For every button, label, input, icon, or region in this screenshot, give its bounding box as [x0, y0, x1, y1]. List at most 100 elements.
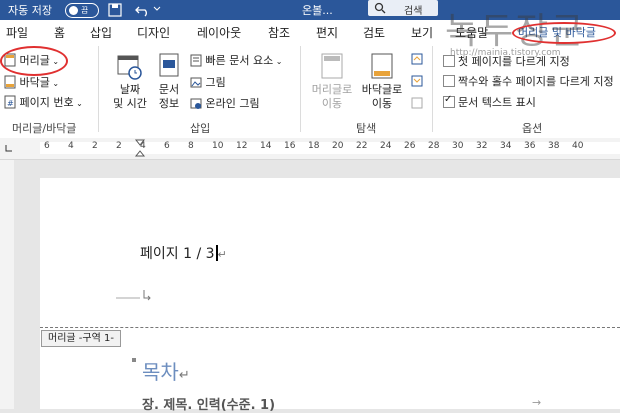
- autosave-state: 끔: [81, 6, 89, 15]
- search-box[interactable]: 검색: [368, 0, 438, 17]
- picture-button[interactable]: 그림: [190, 74, 226, 90]
- horizontal-ruler[interactable]: 6 4 2 2 4 6 8 10 12 14 16 18 20 22 24 26 28 30 32 34 36 38 40: [0, 138, 620, 160]
- ruler-number: 2: [116, 141, 122, 151]
- link-to-previous-icon[interactable]: [410, 96, 424, 110]
- ruler-number: 6: [44, 141, 50, 151]
- page-number-text: 페이지 1 / 3: [140, 246, 215, 262]
- group-divider: [432, 46, 433, 132]
- page-number-dropdown-icon: ⌄: [73, 99, 83, 108]
- date-time-label-2: 및 시간: [113, 97, 147, 110]
- empty-paragraph-mark-icon: [116, 290, 151, 301]
- document-name: 온볼...: [302, 4, 333, 17]
- save-icon[interactable]: [108, 3, 122, 17]
- goto-header-label-2: 이동: [321, 97, 343, 110]
- header-boundary-line: [40, 327, 620, 328]
- goto-header-icon: [321, 53, 343, 79]
- group-insert-label: 삽입: [190, 122, 211, 135]
- tab-references[interactable]: 참조: [268, 24, 290, 41]
- document-info-label-2: 정보: [158, 97, 180, 110]
- footer-icon: [4, 75, 16, 89]
- page-number-label: 페이지 번호: [19, 96, 74, 109]
- page-number-icon: #: [4, 95, 16, 109]
- goto-header-button[interactable]: 머리글로 이동: [308, 83, 356, 111]
- tab-insert[interactable]: 삽입: [90, 24, 112, 41]
- show-document-text-checkbox[interactable]: [443, 94, 455, 108]
- ruler-number: 40: [572, 141, 584, 151]
- header-highlight-circle: [0, 46, 68, 76]
- undo-icon[interactable]: [134, 3, 152, 17]
- paragraph-mark-icon: ↵: [178, 368, 190, 383]
- ruler-number: 10: [212, 141, 224, 151]
- footer-label: 바닥글: [19, 76, 50, 89]
- autosave-label: 자동 저장: [8, 4, 52, 17]
- ruler-number: 24: [380, 141, 392, 151]
- tab-selector-icon[interactable]: [4, 143, 14, 153]
- group-header-footer-label: 머리글/바닥글: [12, 122, 77, 135]
- autosave-toggle[interactable]: 끔: [65, 3, 99, 18]
- tab-highlight-circle: [512, 22, 616, 44]
- tab-view[interactable]: 보기: [411, 24, 433, 41]
- tab-file[interactable]: 파일: [6, 24, 28, 41]
- group-divider: [300, 46, 301, 132]
- ruler-number: 34: [500, 141, 512, 151]
- online-picture-icon: [190, 98, 202, 109]
- ruler-number: 4: [68, 141, 74, 151]
- search-icon: [374, 2, 386, 14]
- page-number-field[interactable]: 페이지 1 / 3 ↵: [140, 243, 227, 263]
- ruler-number: 38: [548, 141, 560, 151]
- chapter-heading[interactable]: 장. 제목. 인력(수준. 1): [142, 394, 275, 413]
- odd-even-label: 짝수와 홀수 페이지를 다르게 지정: [458, 75, 614, 88]
- ruler-number: 16: [284, 141, 296, 151]
- paragraph-mark-icon: ↵: [217, 248, 227, 261]
- ruler-number: 22: [356, 141, 368, 151]
- ruler-number: 28: [428, 141, 440, 151]
- ruler-number: 36: [524, 141, 536, 151]
- goto-footer-label-1: 바닥글로: [361, 83, 403, 96]
- toc-heading-text: 목차: [142, 360, 179, 384]
- tab-design[interactable]: 디자인: [137, 24, 170, 41]
- document-info-icon: [159, 53, 179, 77]
- date-time-label-1: 날짜: [119, 83, 141, 96]
- picture-icon: [190, 77, 202, 88]
- header-section-tag: 머리글 -구역 1-: [41, 330, 121, 347]
- ruler-number: 6: [164, 141, 170, 151]
- search-placeholder: 검색: [404, 6, 423, 17]
- document-info-button[interactable]: 문서 정보: [150, 83, 188, 111]
- ruler-number: 4: [140, 141, 146, 151]
- ruler-number: 30: [452, 141, 464, 151]
- group-divider: [98, 46, 99, 132]
- previous-icon[interactable]: [410, 52, 424, 66]
- quick-parts-label: 빠른 문서 요소: [205, 54, 274, 67]
- goto-footer-icon: [371, 53, 393, 79]
- goto-footer-button[interactable]: 바닥글로 이동: [358, 83, 406, 111]
- ruler-number: 12: [236, 141, 248, 151]
- footer-dropdown-icon: ⌄: [49, 79, 60, 88]
- ruler-number: 18: [308, 141, 320, 151]
- toc-heading[interactable]: 목차↵: [142, 356, 190, 385]
- page-number-button[interactable]: # 페이지 번호 ⌄: [4, 94, 83, 110]
- tab-review[interactable]: 검토: [363, 24, 385, 41]
- group-navigation-label: 탐색: [356, 122, 377, 135]
- undo-dropdown-icon[interactable]: [153, 6, 161, 12]
- ruler-number: 2: [92, 141, 98, 151]
- tab-layout[interactable]: 레이아웃: [197, 24, 241, 41]
- goto-header-label-1: 머리글로: [311, 83, 353, 96]
- odd-even-checkbox[interactable]: [443, 75, 455, 87]
- footer-button[interactable]: 바닥글 ⌄: [4, 74, 59, 90]
- quick-parts-button[interactable]: 빠른 문서 요소 ⌄: [190, 52, 282, 68]
- online-picture-button[interactable]: 온라인 그림: [190, 95, 260, 111]
- vertical-ruler[interactable]: [0, 160, 14, 409]
- date-time-button[interactable]: 날짜 및 시간: [108, 83, 152, 111]
- tab-mailings[interactable]: 편지: [316, 24, 338, 41]
- bullet-marker: [132, 358, 136, 362]
- tab-home[interactable]: 홈: [54, 24, 65, 41]
- ruler-number: 26: [404, 141, 416, 151]
- goto-footer-label-2: 이동: [371, 97, 393, 110]
- document-info-label-1: 문서: [158, 83, 180, 96]
- svg-text:#: #: [7, 99, 14, 108]
- ruler-number: 20: [332, 141, 344, 151]
- next-icon[interactable]: [410, 74, 424, 88]
- date-time-icon: [117, 55, 142, 80]
- watermark-site: http://mainia.tistory.com: [450, 48, 561, 58]
- toggle-knob: [69, 6, 78, 15]
